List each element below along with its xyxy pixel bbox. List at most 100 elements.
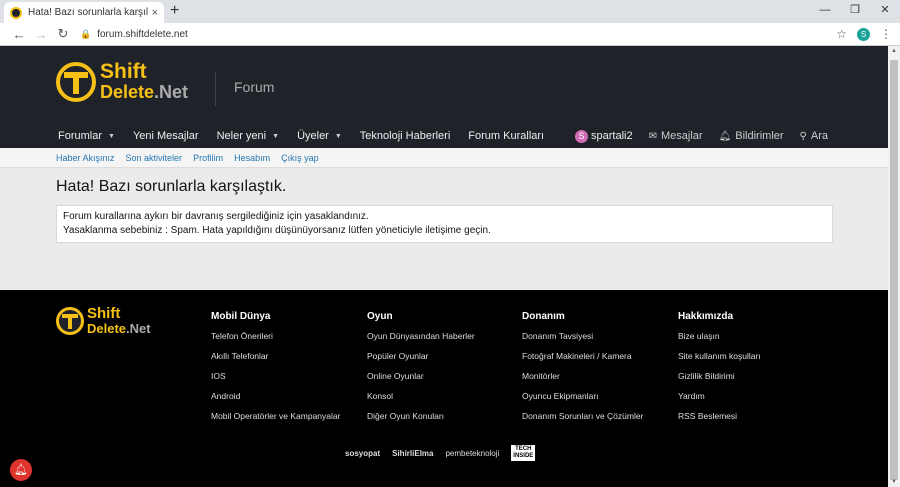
footer-link[interactable]: Site kullanım koşulları <box>678 350 761 370</box>
notification-bell-icon[interactable]: 🔔︎ <box>10 459 32 481</box>
footer-link[interactable]: Gizlilik Bildirimi <box>678 370 761 390</box>
username: spartali2 <box>591 130 633 142</box>
tab-title: Hata! Bazı sorunlarla karşılaştık. | <box>28 7 148 18</box>
scroll-up-icon[interactable]: ▲ <box>888 48 900 54</box>
chevron-down-icon: ▼ <box>272 132 280 140</box>
page-viewport: Shift Delete.Net Forum Forumlar ▼ Yeni Me… <box>0 46 888 487</box>
section-label: Forum <box>234 79 275 95</box>
alerts-link[interactable]: 🔔︎ Bildirimler <box>719 130 784 142</box>
partner-pembeteknoloji[interactable]: pembeteknoloji <box>445 449 499 458</box>
logo-mark-icon <box>56 62 96 102</box>
bookmark-star-icon[interactable]: ☆ <box>836 27 847 41</box>
partner-logos: sosyopat SihirliElma pembeteknoloji TECH… <box>345 445 536 461</box>
partner-sihirlielma[interactable]: SihirliElma <box>392 449 433 458</box>
header-divider <box>215 72 216 106</box>
site-header: Shift Delete.Net Forum Forumlar ▼ Yeni Me… <box>0 46 888 148</box>
subnav-hesabim[interactable]: Hesabım <box>234 153 270 163</box>
minimize-button[interactable]: — <box>810 0 840 20</box>
nav-yeni-mesajlar[interactable]: Yeni Mesajlar <box>133 130 199 142</box>
footer-link[interactable]: Mobil Operatörler ve Kampanyalar <box>211 410 340 430</box>
forward-arrow-icon[interactable]: → <box>30 27 52 42</box>
avatar: S <box>575 129 589 143</box>
bell-icon: 🔔︎ <box>718 130 732 142</box>
user-menu[interactable]: S spartali2 <box>575 129 633 143</box>
error-line-1: Forum kurallarına aykırı bir davranış se… <box>63 211 369 222</box>
logo-shift-text: Shift <box>100 60 147 83</box>
search-link[interactable]: ⚲ Ara <box>800 130 828 142</box>
window-controls: — ❐ ✕ <box>810 0 900 20</box>
nav-teknoloji-haberleri[interactable]: Teknoloji Haberleri <box>360 130 451 142</box>
logo-mark-icon <box>56 307 84 335</box>
error-line-2: Yasaklanma sebebiniz : Spam. Hata yapıld… <box>63 225 491 236</box>
footer-link[interactable]: Donanım Tavsiyesi <box>522 330 643 350</box>
nav-uyeler[interactable]: Üyeler ▼ <box>297 130 342 142</box>
footer-link[interactable]: Android <box>211 390 340 410</box>
footer-link[interactable]: Diğer Oyun Konuları <box>367 410 475 430</box>
footer-link[interactable]: Fotoğraf Makineleri / Kamera <box>522 350 643 370</box>
footer-link[interactable]: Yardım <box>678 390 761 410</box>
back-arrow-icon[interactable]: ← <box>8 27 30 42</box>
footer-link[interactable]: Oyuncu Ekipmanları <box>522 390 643 410</box>
partner-sosyopat[interactable]: sosyopat <box>345 449 380 458</box>
subnav-profilim[interactable]: Profilim <box>193 153 223 163</box>
url-text: forum.shiftdelete.net <box>97 28 188 40</box>
url-field[interactable]: 🔒 forum.shiftdelete.net <box>80 29 836 40</box>
main-content: Hata! Bazı sorunlarla karşılaştık. Forum… <box>0 168 888 290</box>
envelope-icon: ✉ <box>648 130 657 142</box>
subnav-cikis-yap[interactable]: Çıkış yap <box>281 153 319 163</box>
profile-avatar[interactable]: S <box>857 27 870 41</box>
address-bar: ← → ↻ 🔒 forum.shiftdelete.net ☆ S ⋮ <box>0 23 900 46</box>
footer-heading: Oyun <box>367 311 393 322</box>
footer-column-oyun: Oyun Oyun Dünyasından Haberler Popüler O… <box>367 311 475 430</box>
messages-link[interactable]: ✉ Mesajlar <box>649 130 703 142</box>
footer-link[interactable]: Online Oyunlar <box>367 370 475 390</box>
maximize-button[interactable]: ❐ <box>840 0 870 20</box>
footer-heading: Mobil Dünya <box>211 311 271 322</box>
partner-techinside[interactable]: TECH INSIDE <box>511 445 536 461</box>
nav-neler-yeni[interactable]: Neler yeni ▼ <box>217 130 279 142</box>
footer-link[interactable]: Bize ulaşın <box>678 330 761 350</box>
footer-column-donanim: Donanım Donanım Tavsiyesi Fotoğraf Makin… <box>522 311 643 430</box>
footer-link[interactable]: Akıllı Telefonlar <box>211 350 340 370</box>
close-window-button[interactable]: ✕ <box>870 0 900 20</box>
scrollbar-thumb[interactable] <box>890 60 898 480</box>
user-nav: S spartali2 ✉ Mesajlar 🔔︎ Bildirimler ⚲ … <box>575 125 828 147</box>
lock-icon: 🔒 <box>80 28 92 39</box>
footer-link[interactable]: RSS Beslemesi <box>678 410 761 430</box>
sub-nav: Haber Akışınız Son aktiviteler Profilim … <box>0 148 888 168</box>
main-nav: Forumlar ▼ Yeni Mesajlar Neler yeni ▼ Üyel… <box>0 125 888 147</box>
footer-heading: Donanım <box>522 311 565 322</box>
logo-delete-text: Delete <box>100 82 155 102</box>
subnav-haber-akisi[interactable]: Haber Akışınız <box>56 153 115 163</box>
site-footer: Shift Delete.Net Mobil Dünya Telefon Öne… <box>0 290 888 487</box>
footer-link[interactable]: Popüler Oyunlar <box>367 350 475 370</box>
footer-heading: Hakkımızda <box>678 311 734 322</box>
reload-icon[interactable]: ↻ <box>52 26 74 42</box>
error-message-box: Forum kurallarına aykırı bir davranış se… <box>56 205 833 243</box>
search-icon: ⚲ <box>799 130 807 142</box>
footer-link[interactable]: Oyun Dünyasından Haberler <box>367 330 475 350</box>
footer-column-mobil: Mobil Dünya Telefon Önerileri Akıllı Tel… <box>211 311 340 430</box>
chevron-down-icon: ▼ <box>108 132 115 140</box>
nav-forum-kurallari[interactable]: Forum Kuralları <box>468 130 544 142</box>
footer-link[interactable]: IOS <box>211 370 340 390</box>
page-title: Hata! Bazı sorunlarla karşılaştık. <box>56 178 287 195</box>
footer-link[interactable]: Monitörler <box>522 370 643 390</box>
footer-link[interactable]: Telefon Önerileri <box>211 330 340 350</box>
browser-menu-icon[interactable]: ⋮ <box>880 27 892 41</box>
footer-link[interactable]: Konsol <box>367 390 475 410</box>
browser-tab-strip: Hata! Bazı sorunlarla karşılaştık. | × +… <box>0 0 900 23</box>
subnav-son-aktiviteler[interactable]: Son aktiviteler <box>126 153 183 163</box>
footer-link[interactable]: Donanım Sorunları ve Çözümler <box>522 410 643 430</box>
scroll-down-icon[interactable]: ▼ <box>888 479 900 485</box>
footer-logo[interactable]: Shift Delete.Net <box>56 306 151 336</box>
scrollbar[interactable]: ▲ ▼ <box>888 46 900 487</box>
close-tab-icon[interactable]: × <box>152 7 158 19</box>
nav-forumlar[interactable]: Forumlar ▼ <box>58 130 115 142</box>
chevron-down-icon: ▼ <box>334 132 342 140</box>
logo-net-text: .Net <box>154 82 189 102</box>
footer-column-hakkimizda: Hakkımızda Bize ulaşın Site kullanım koş… <box>678 311 761 430</box>
new-tab-button[interactable]: + <box>170 2 179 20</box>
site-logo[interactable]: Shift Delete.Net <box>56 60 189 102</box>
browser-tab[interactable]: Hata! Bazı sorunlarla karşılaştık. | × <box>4 2 164 23</box>
